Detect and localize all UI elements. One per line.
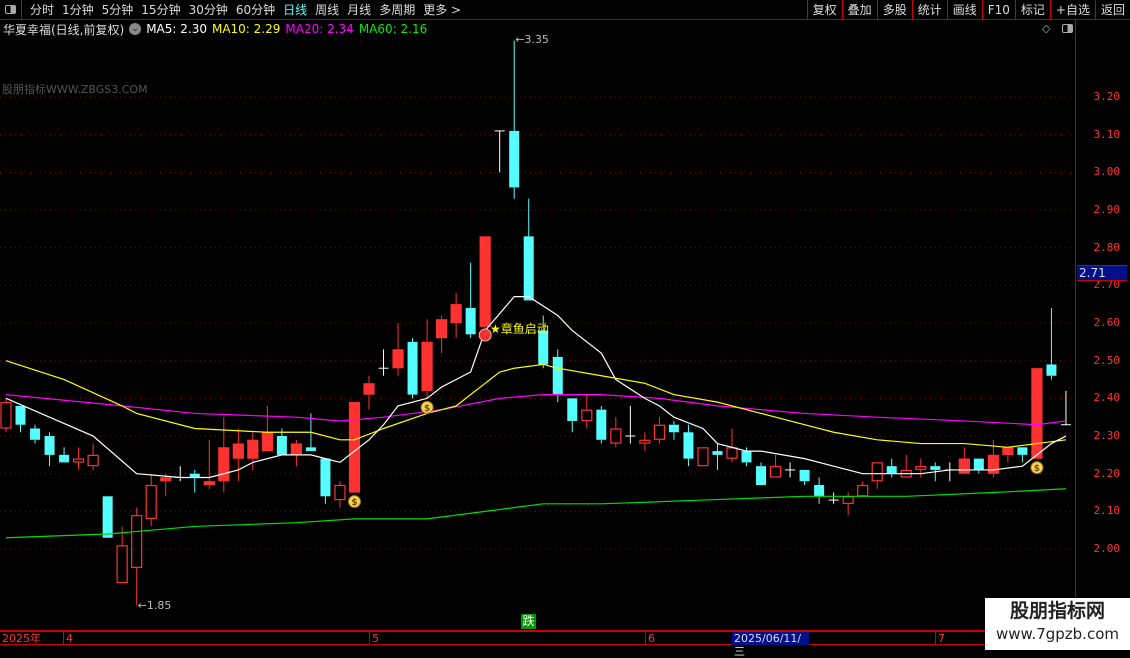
candle — [218, 417, 230, 493]
candle — [683, 424, 694, 467]
candle — [436, 315, 448, 354]
candle — [392, 323, 404, 376]
price-tick-label: 2.10 — [1093, 504, 1121, 518]
price-tick-label: 2.50 — [1093, 353, 1121, 367]
price-tick-label: 2.20 — [1093, 466, 1121, 480]
candle — [857, 481, 869, 497]
candle — [785, 462, 796, 478]
candle — [0, 398, 12, 433]
candle — [871, 462, 883, 489]
candle — [44, 432, 55, 467]
price-tick-label: 3.10 — [1093, 127, 1121, 141]
price-tick-label: 2.30 — [1093, 429, 1121, 443]
site-watermark: 股朋指标网 www.7gpzb.com — [985, 598, 1130, 650]
candle — [1031, 368, 1043, 459]
candle — [72, 447, 85, 470]
candle — [814, 477, 825, 504]
candlestick-chart[interactable]: $ $ $ — [0, 0, 1075, 630]
site-url: www.7gpzb.com — [996, 625, 1119, 643]
price-tick-label: 2.80 — [1093, 240, 1121, 254]
candle — [1002, 447, 1014, 463]
candle — [261, 405, 273, 452]
candle — [407, 338, 418, 399]
month-label-6: 6 — [645, 632, 655, 645]
candle — [87, 443, 99, 470]
candle — [203, 439, 215, 489]
high-price-label: ←3.35 — [515, 33, 549, 47]
candle — [102, 496, 113, 538]
price-tick-label: 2.60 — [1093, 316, 1121, 330]
price-tick-label: 3.20 — [1093, 90, 1121, 103]
candle — [15, 405, 26, 433]
site-title: 股朋指标网 — [1009, 600, 1105, 622]
candle — [509, 40, 520, 199]
fall-badge: 跌 — [521, 614, 536, 629]
toolbar-button[interactable]: 返回 — [1094, 0, 1130, 20]
candle — [290, 439, 302, 467]
candle — [639, 432, 651, 452]
candle — [697, 447, 709, 467]
candle — [175, 466, 186, 482]
candle — [668, 420, 679, 440]
candle — [799, 469, 810, 486]
date-axis: 2025年 4 5 6 2025/06/11/三 7 — [0, 630, 1075, 658]
candle — [131, 507, 143, 606]
candle — [494, 130, 505, 173]
candle — [421, 319, 433, 399]
candle — [567, 398, 578, 433]
candle — [189, 469, 200, 493]
year-label: 2025年 — [2, 632, 41, 645]
signal-label: ★章鱼启动 — [490, 322, 549, 336]
candle — [610, 417, 622, 448]
candle — [973, 458, 984, 474]
candle — [1017, 447, 1028, 463]
dollar-sign-icon: $ — [424, 404, 430, 414]
month-label-5: 5 — [369, 632, 379, 645]
candle — [232, 428, 244, 482]
candle — [320, 458, 331, 504]
candle — [116, 526, 128, 584]
candle — [581, 394, 593, 429]
month-label-7: 7 — [935, 632, 945, 645]
candle — [1060, 390, 1071, 426]
month-label-4: 4 — [63, 632, 73, 645]
candle — [334, 481, 346, 508]
candle — [625, 405, 636, 444]
candle — [712, 443, 723, 470]
candle — [145, 473, 157, 527]
dollar-sign-icon: $ — [351, 498, 357, 508]
ma60-line — [5, 488, 1066, 539]
candle — [523, 198, 534, 301]
candle — [886, 458, 897, 478]
candle — [348, 402, 361, 493]
dollar-sign-icon: $ — [1034, 464, 1040, 474]
candle — [726, 428, 738, 463]
price-tick-label: 2.40 — [1093, 391, 1121, 405]
candle — [828, 492, 839, 504]
selected-date: 2025/06/11/三 — [732, 632, 809, 658]
price-tick-label: 2.90 — [1093, 203, 1121, 216]
price-tick-label: 2.00 — [1093, 542, 1121, 556]
candle — [944, 462, 955, 482]
candle — [479, 236, 491, 331]
candle — [378, 349, 389, 376]
price-tick-label: 3.00 — [1093, 165, 1121, 179]
low-price-label: ←1.85 — [137, 598, 172, 612]
candle — [653, 417, 666, 444]
candle — [1046, 307, 1057, 380]
price-axis: 3.20 3.10 3.00 2.90 2.80 2.70 2.60 2.50 2.40 2.30… — [1075, 20, 1130, 630]
candle — [915, 458, 927, 478]
candle — [756, 462, 767, 486]
candle — [596, 405, 607, 444]
candle — [363, 375, 375, 410]
candle — [59, 447, 70, 463]
current-price-label: 2.71 — [1077, 265, 1127, 281]
ma10-line — [5, 360, 1067, 448]
candle — [30, 424, 41, 444]
candle — [465, 262, 476, 339]
candle — [450, 292, 462, 339]
